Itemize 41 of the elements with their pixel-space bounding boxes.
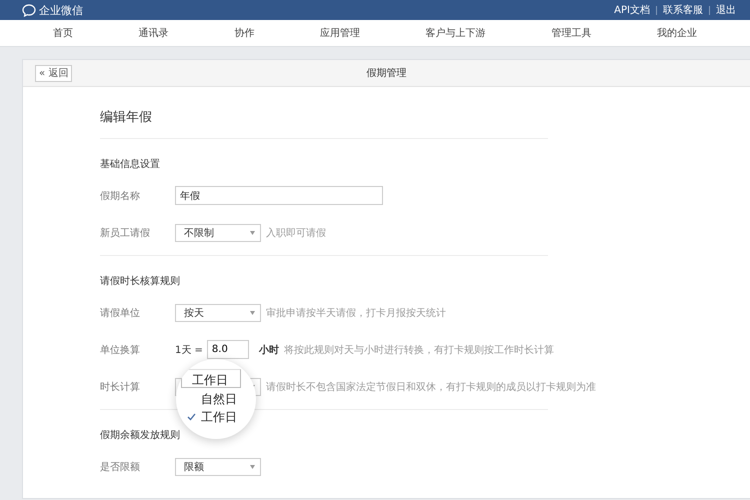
back-button[interactable]: « 返回 xyxy=(35,64,72,82)
section-title: 基础信息设置 xyxy=(100,158,160,172)
nav-item[interactable]: 我的企业 xyxy=(657,26,698,40)
dropdown-option[interactable]: 自然日 xyxy=(181,390,251,408)
hint-text: 将按此规则对天与小时进行转换，有打卡规则按工作时长计算 xyxy=(284,344,554,356)
field-label: 是否限额 xyxy=(100,460,141,474)
section-title: 假期余额发放规则 xyxy=(100,428,180,443)
hint-text: 请假时长不包含国家法定节假日和双休，有打卡规则的成员以打卡规则为准 xyxy=(266,380,596,394)
conversion-label: 1天 = xyxy=(175,344,203,356)
field-label: 单位换算 xyxy=(100,344,141,356)
unit-label: 小时 xyxy=(258,344,279,356)
nav-item[interactable]: 首页 xyxy=(52,26,73,40)
top-link[interactable]: 退出 xyxy=(716,3,736,17)
text-field[interactable]: 年假 xyxy=(175,186,383,205)
form-heading: 编辑年假 xyxy=(100,87,548,139)
field-label: 请假单位 xyxy=(100,306,141,320)
nav-item[interactable]: 协作 xyxy=(234,26,254,40)
nav-item[interactable]: 应用管理 xyxy=(320,26,360,40)
nav-item[interactable]: 管理工具 xyxy=(551,26,592,40)
logo-text: 企业微信 xyxy=(39,2,83,18)
selected-value: 工作日 xyxy=(181,368,241,388)
field-label: 时长计算 xyxy=(100,380,141,394)
caret-icon xyxy=(250,310,255,314)
select-field[interactable]: 限额 xyxy=(175,458,261,476)
select-field[interactable]: 按天 xyxy=(175,304,261,322)
nav-item[interactable]: 客户与上下游 xyxy=(426,26,486,40)
hint-text: 审批申请按半天请假，打卡月报按天统计 xyxy=(266,306,446,320)
section-title: 请假时长核算规则 xyxy=(100,274,180,289)
nav-item[interactable]: 通讯录 xyxy=(138,26,169,40)
caret-icon xyxy=(250,464,255,468)
chat-bubble-icon xyxy=(22,4,36,16)
select-field[interactable]: 不限制 xyxy=(175,224,261,242)
top-link[interactable]: 联系客服 xyxy=(663,3,703,17)
number-field[interactable]: 8.0 xyxy=(206,340,249,359)
page-title: 假期管理 xyxy=(366,68,406,79)
top-link[interactable]: API文档 xyxy=(614,3,650,17)
field-label: 新员工请假 xyxy=(100,226,151,240)
hint-text: 入职即可请假 xyxy=(266,226,326,240)
dropdown-option[interactable]: 工作日 xyxy=(181,408,251,426)
field-label: 假期名称 xyxy=(100,190,141,202)
caret-icon xyxy=(250,230,255,234)
